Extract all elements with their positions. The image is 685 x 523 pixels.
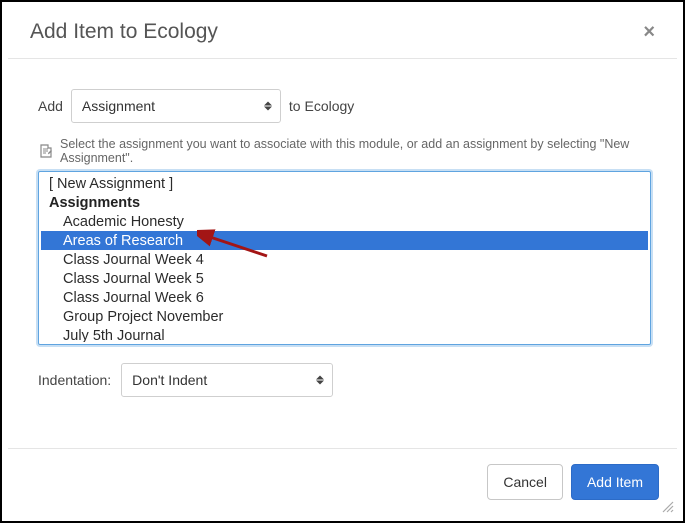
list-group-assignments[interactable]: Assignments <box>41 193 648 212</box>
add-prefix-label: Add <box>38 98 63 114</box>
list-item[interactable]: Areas of Research <box>41 231 648 250</box>
dialog-footer: Cancel Add Item <box>8 448 677 515</box>
dialog-body: Add Assignment to Ecology Select the ass… <box>8 59 677 448</box>
instructions-label: Select the assignment you want to associ… <box>60 137 651 165</box>
assignment-listbox-wrap: [ New Assignment ]AssignmentsAcademic Ho… <box>38 171 651 345</box>
cancel-button[interactable]: Cancel <box>487 464 563 500</box>
list-item[interactable]: Group Project November <box>41 307 648 326</box>
assignment-listbox[interactable]: [ New Assignment ]AssignmentsAcademic Ho… <box>41 174 648 342</box>
dialog-title: Add Item to Ecology <box>30 20 218 44</box>
list-item[interactable]: Academic Honesty <box>41 212 648 231</box>
edit-doc-icon <box>38 143 54 159</box>
indentation-label: Indentation: <box>38 372 111 388</box>
add-suffix-label: to Ecology <box>289 98 354 114</box>
list-item-new-assignment[interactable]: [ New Assignment ] <box>41 174 648 193</box>
list-item[interactable]: Class Journal Week 5 <box>41 269 648 288</box>
list-item[interactable]: July 5th Journal <box>41 326 648 342</box>
item-type-select[interactable]: Assignment <box>71 89 281 123</box>
indentation-select[interactable]: Don't Indent <box>121 363 333 397</box>
list-item[interactable]: Class Journal Week 6 <box>41 288 648 307</box>
list-item[interactable]: Class Journal Week 4 <box>41 250 648 269</box>
indentation-row: Indentation: Don't Indent <box>38 363 651 397</box>
dialog-header: Add Item to Ecology × <box>8 4 677 59</box>
add-item-dialog: Add Item to Ecology × Add Assignment to … <box>8 4 677 515</box>
add-item-button[interactable]: Add Item <box>571 464 659 500</box>
add-type-row: Add Assignment to Ecology <box>38 89 651 123</box>
close-icon[interactable]: × <box>639 21 659 44</box>
instructions-text: Select the assignment you want to associ… <box>38 137 651 165</box>
